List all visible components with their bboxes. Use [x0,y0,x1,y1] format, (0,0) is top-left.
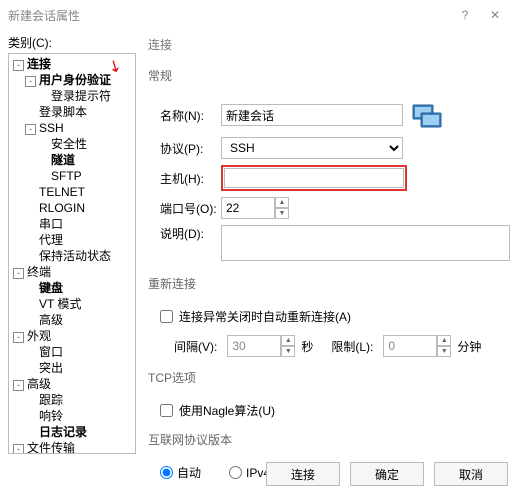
tree-node-8[interactable]: TELNET [9,184,135,200]
tree-node-label: TELNET [38,185,86,199]
tree-node-label: 突出 [38,361,64,375]
tree-expand-icon[interactable]: - [13,444,24,454]
protocol-select[interactable]: SSH [221,137,403,159]
tree-node-label: 跟踪 [38,393,64,407]
tree-node-label: 用户身份验证 [38,73,112,87]
tree-node-label: 文件传输 [26,441,76,454]
tree-node-16[interactable]: 高级 [9,312,135,328]
tree-expand-icon[interactable]: - [13,380,24,391]
category-label: 类别(C): [8,34,136,51]
limit-up[interactable]: ▲ [437,335,451,346]
port-input[interactable] [221,197,275,219]
tree-expand-icon[interactable]: - [13,60,24,71]
tree-node-label: 登录提示符 [50,89,112,103]
page-title: 连接 [148,36,510,53]
tree-node-12[interactable]: 保持活动状态 [9,248,135,264]
tree-node-6[interactable]: 隧道 [9,152,135,168]
desc-label: 说明(D): [146,225,221,242]
cancel-button[interactable]: 取消 [434,462,508,486]
tree-node-15[interactable]: VT 模式 [9,296,135,312]
sec-label: 秒 [301,338,313,355]
tree-node-label: VT 模式 [38,297,82,311]
tree-expand-icon[interactable]: - [25,76,36,87]
tree-node-13[interactable]: -终端 [9,264,135,280]
group-tcp: TCP选项 [148,369,510,386]
name-input[interactable] [221,104,403,126]
interval-input[interactable] [227,335,281,357]
tree-node-9[interactable]: RLOGIN [9,200,135,216]
group-reconnect: 重新连接 [148,275,510,292]
protocol-label: 协议(P): [146,140,221,157]
tree-node-label: 安全性 [50,137,88,151]
group-general: 常规 [148,67,510,84]
tree-node-20[interactable]: -高级 [9,376,135,392]
reconnect-label: 连接异常关闭时自动重新连接(A) [179,308,351,325]
ok-button[interactable]: 确定 [350,462,424,486]
tree-node-7[interactable]: SFTP [9,168,135,184]
help-button[interactable]: ? [450,8,480,22]
tree-node-label: SFTP [50,169,83,183]
interval-down[interactable]: ▼ [281,346,295,357]
tree-node-10[interactable]: 串口 [9,216,135,232]
tree-node-label: 键盘 [38,281,64,295]
tree-node-19[interactable]: 突出 [9,360,135,376]
interval-label: 间隔(V): [174,338,217,355]
port-up[interactable]: ▲ [275,197,289,208]
connect-button[interactable]: 连接 [266,462,340,486]
tree-node-21[interactable]: 跟踪 [9,392,135,408]
tree-node-label: 登录脚本 [38,105,88,119]
limit-down[interactable]: ▼ [437,346,451,357]
tree-node-2[interactable]: 登录提示符 [9,88,135,104]
tree-node-label: 外观 [26,329,52,343]
tree-node-14[interactable]: 键盘 [9,280,135,296]
host-input[interactable] [224,168,404,188]
tree-node-label: 高级 [26,377,52,391]
nagle-label: 使用Nagle算法(U) [179,402,275,419]
tree-node-5[interactable]: 安全性 [9,136,135,152]
min-label: 分钟 [457,338,481,355]
category-tree[interactable]: -连接-用户身份验证登录提示符登录脚本-SSH安全性隧道SFTPTELNETRL… [8,53,136,454]
tree-node-17[interactable]: -外观 [9,328,135,344]
tree-node-label: 连接 [26,57,52,71]
tree-node-11[interactable]: 代理 [9,232,135,248]
window-title: 新建会话属性 [8,7,450,24]
close-button[interactable]: ✕ [480,8,510,22]
reconnect-checkbox[interactable] [160,310,173,323]
port-down[interactable]: ▼ [275,208,289,219]
tree-node-label: 串口 [38,217,64,231]
limit-label: 限制(L): [331,338,373,355]
tree-expand-icon[interactable]: - [25,124,36,135]
tree-node-label: RLOGIN [38,201,86,215]
tree-expand-icon[interactable]: - [13,268,24,279]
tree-expand-icon[interactable]: - [13,332,24,343]
tree-node-23[interactable]: 日志记录 [9,424,135,440]
port-label: 端口号(O): [146,200,221,217]
name-label: 名称(N): [146,107,221,124]
limit-input[interactable] [383,335,437,357]
tree-node-label: 终端 [26,265,52,279]
tree-node-label: 代理 [38,233,64,247]
tree-node-18[interactable]: 窗口 [9,344,135,360]
tree-node-label: 日志记录 [38,425,88,439]
nagle-checkbox[interactable] [160,404,173,417]
tree-node-label: 高级 [38,313,64,327]
interval-up[interactable]: ▲ [281,335,295,346]
tree-node-3[interactable]: 登录脚本 [9,104,135,120]
tree-node-label: 保持活动状态 [38,249,112,263]
desc-input[interactable] [221,225,510,261]
group-ipver: 互联网协议版本 [148,431,510,448]
tree-node-label: 响铃 [38,409,64,423]
host-label: 主机(H): [146,170,221,187]
tree-node-label: 窗口 [38,345,64,359]
tree-node-4[interactable]: -SSH [9,120,135,136]
tree-node-24[interactable]: -文件传输 [9,440,135,454]
tree-node-label: SSH [38,121,65,135]
session-icon [411,99,443,131]
tree-node-22[interactable]: 响铃 [9,408,135,424]
tree-node-label: 隧道 [50,153,76,167]
